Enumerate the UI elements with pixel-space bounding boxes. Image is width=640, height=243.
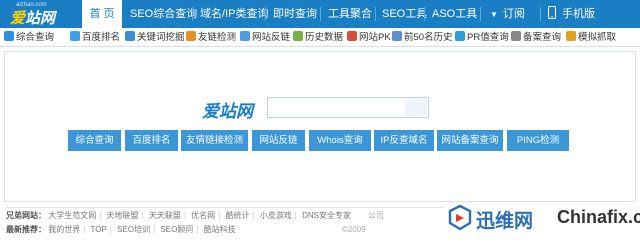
tool-icp-query[interactable]: 备案查询	[511, 30, 561, 45]
phone-icon	[548, 6, 556, 19]
footer-link[interactable]: 优名网	[191, 211, 215, 220]
footer-link[interactable]: 天地联盟	[107, 211, 139, 220]
footer-link[interactable]: 大学生范文网	[48, 211, 96, 220]
tool-site-pk[interactable]: 网站PK	[347, 30, 391, 45]
document-icon	[511, 31, 521, 41]
baidu-icon	[70, 31, 80, 41]
btn-friend-link-check[interactable]: 友情链接检测	[181, 130, 248, 151]
tool-label: 网站PK	[359, 32, 391, 43]
tool-backlinks[interactable]: 网站反链	[240, 30, 290, 45]
tool-label: 备案查询	[523, 32, 562, 43]
watermark: 迅维网 Chinafix.com	[444, 202, 640, 243]
caret-down-icon: ▼	[490, 10, 498, 19]
nav-domain-ip-query[interactable]: 域名/IP类查询	[200, 0, 268, 28]
search-logo: 爱站网	[202, 102, 253, 121]
tool-spider-sim[interactable]: 模拟抓取	[566, 30, 616, 45]
tool-label: 历史数据	[305, 32, 344, 43]
footer-copyright: ©2009	[342, 225, 366, 234]
pr-icon	[455, 31, 465, 41]
logo-name: 爱站网	[10, 10, 56, 27]
tool-label: 前50名历史	[404, 32, 453, 43]
footer-link[interactable]: 酷站科技	[204, 225, 236, 234]
btn-icp-query[interactable]: 网站备案查询	[437, 130, 503, 151]
tool-label: 综合查询	[16, 32, 55, 43]
btn-综合查询[interactable]: 综合查询	[68, 130, 121, 151]
tool-top50-history[interactable]: 前50名历史	[392, 30, 453, 45]
trophy-icon	[392, 31, 402, 41]
footer-link[interactable]: 酷统计	[225, 211, 249, 220]
footer-link[interactable]: 我的世界	[48, 225, 80, 234]
bug-icon	[566, 31, 576, 41]
tool-label: PR值查询	[467, 32, 509, 43]
tool-friend-link-check[interactable]: 友链检测	[186, 30, 236, 45]
footer-latest: 最新推荐： 我的世界 | TOP | SEO培训 | SEO顾问 | 酷站科技	[6, 225, 236, 234]
tool-label: 百度排名	[82, 32, 121, 43]
watermark-cn: 迅维网	[476, 210, 534, 232]
nav-mobile[interactable]: 手机版	[548, 0, 595, 28]
nav-instant-query[interactable]: 即时查询	[273, 0, 317, 28]
btn-baidu-rank[interactable]: 百度排名	[125, 130, 178, 151]
tool-history-data[interactable]: 历史数据	[293, 30, 343, 45]
footer-link[interactable]: TOP	[91, 225, 107, 234]
tool-综合查询[interactable]: 综合查询	[4, 30, 54, 45]
nav-divider	[265, 7, 266, 21]
footer-company-fragment: 公司	[368, 211, 384, 220]
watermark-en: Chinafix.com	[557, 207, 640, 227]
link-icon	[186, 31, 196, 41]
nav-divider	[424, 7, 425, 21]
tool-label: 网站反链	[252, 32, 291, 43]
footer-link[interactable]: 小皮游戏	[260, 211, 292, 220]
chain-icon	[240, 31, 250, 41]
tool-baidu-rank[interactable]: 百度排名	[70, 30, 120, 45]
pk-icon	[347, 31, 357, 41]
nav-mobile-label: 手机版	[562, 8, 595, 20]
clock-icon	[293, 31, 303, 41]
nav-tools-aggregate[interactable]: 工具聚合	[328, 0, 372, 28]
search-field[interactable]	[267, 97, 429, 118]
btn-whois[interactable]: Whois查询	[309, 130, 371, 151]
footer-latest-label: 最新推荐：	[6, 225, 46, 234]
nav-divider	[375, 7, 376, 21]
tool-label: 友链检测	[198, 32, 237, 43]
search-panel	[4, 51, 636, 202]
btn-backlinks[interactable]: 网站反链	[252, 130, 305, 151]
nav-divider	[480, 7, 481, 21]
footer-link[interactable]: DNS安全专家	[302, 211, 351, 220]
footer-link[interactable]: SEO培训	[117, 225, 150, 234]
key-icon	[125, 31, 135, 41]
tool-keyword-mining[interactable]: 关键词挖掘	[125, 30, 185, 45]
nav-seo-query[interactable]: SEO综合查询	[130, 0, 197, 28]
top-nav: aizhan.com 爱站网 首 页 SEO综合查询 域名/IP类查询 即时查询…	[0, 0, 640, 28]
nav-divider	[540, 7, 541, 21]
nav-subscribe-label: 订阅	[502, 8, 525, 20]
search-input[interactable]	[268, 98, 428, 117]
nav-subscribe[interactable]: ▼ 订阅	[490, 0, 525, 28]
btn-ip-reverse[interactable]: IP反查域名	[374, 130, 434, 151]
nav-divider	[320, 7, 321, 21]
site-logo[interactable]: aizhan.com 爱站网	[6, 2, 76, 27]
chinafix-logo-icon	[448, 204, 472, 231]
tool-label: 模拟抓取	[578, 32, 617, 43]
footer-sister-sites: 兄弟网站： 大学生范文网 | 天地联盟 | 天天联盟 | 优名网 | 酷统计 | 小皮游戏…	[6, 211, 351, 220]
nav-seo-tools[interactable]: SEO工具	[382, 0, 427, 28]
nav-aso-tools[interactable]: ASO工具	[432, 0, 477, 28]
footer-link[interactable]: SEO顾问	[160, 225, 193, 234]
search-icon	[4, 31, 14, 41]
nav-home[interactable]: 首 页	[82, 0, 122, 28]
footer-sister-label: 兄弟网站：	[6, 211, 46, 220]
tool-label: 关键词挖掘	[137, 32, 185, 43]
search-box-shade	[405, 99, 427, 116]
tool-strip: 综合查询 百度排名 关键词挖掘 友链检测 网站反链 历史数据 网站PK 前50名…	[0, 28, 640, 47]
btn-ping[interactable]: PING检测	[507, 130, 569, 151]
nav-divider	[192, 7, 193, 21]
footer-link[interactable]: 天天联盟	[149, 211, 181, 220]
tool-pr-query[interactable]: PR值查询	[455, 30, 509, 45]
